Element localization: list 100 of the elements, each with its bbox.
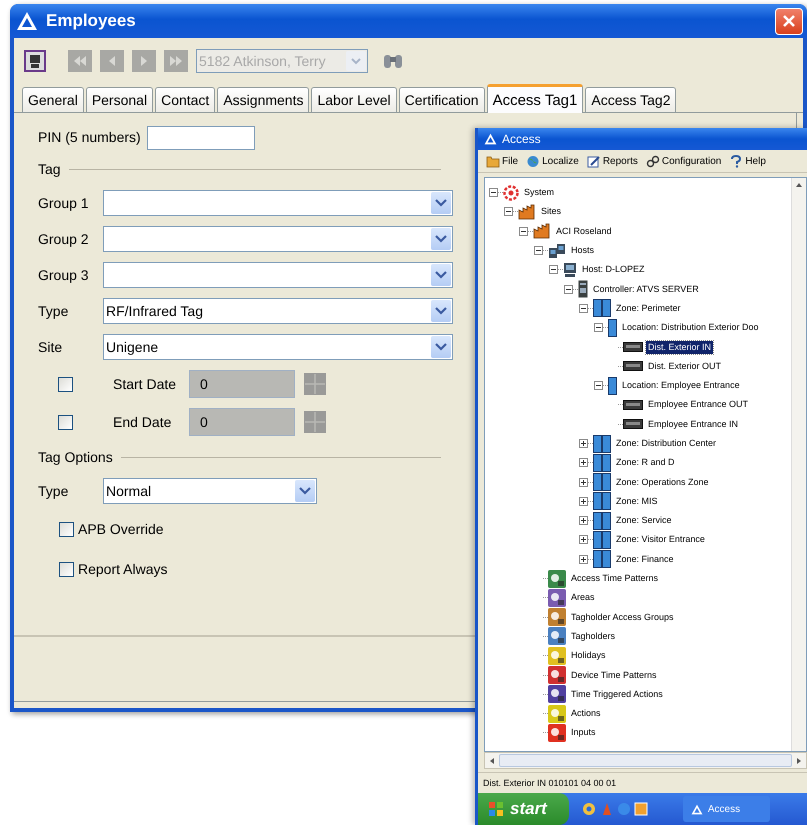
- menu-item[interactable]: Configuration: [646, 154, 722, 168]
- card-reader-icon: [623, 400, 643, 410]
- horizontal-scrollbar[interactable]: [484, 752, 807, 769]
- tree-item[interactable]: Controller: ATVS SERVER: [591, 282, 701, 296]
- collapse-toggle[interactable]: [594, 381, 603, 390]
- dropdown[interactable]: [103, 226, 453, 252]
- triangle-logo-icon: [484, 133, 497, 145]
- caret-icon: [435, 271, 447, 279]
- collapse-toggle[interactable]: [594, 323, 603, 332]
- tree-item[interactable]: Holidays: [569, 649, 608, 662]
- tree-item[interactable]: Device Time Patterns: [569, 668, 659, 682]
- tree-item[interactable]: Location: Employee Entrance: [620, 379, 742, 392]
- tree-item[interactable]: Employee Entrance IN: [646, 418, 740, 431]
- checkbox-label: APB Override: [78, 521, 164, 537]
- links-icon: [646, 154, 660, 168]
- checkbox[interactable]: [59, 562, 74, 576]
- tree-item[interactable]: Tagholders: [569, 630, 618, 643]
- tree-item[interactable]: Zone: Service: [614, 514, 674, 528]
- dropdown[interactable]: [103, 262, 453, 288]
- double-door-icon: [593, 512, 611, 530]
- server-icon: [578, 280, 588, 298]
- menu-item[interactable]: File: [486, 154, 518, 168]
- right-arrow-icon[interactable]: [796, 756, 802, 764]
- date-label: End Date: [113, 414, 172, 430]
- tab[interactable]: Access Tag2: [585, 87, 676, 112]
- tab[interactable]: General: [22, 87, 84, 112]
- collapse-toggle[interactable]: [534, 246, 543, 256]
- tab[interactable]: Labor Level: [311, 87, 397, 112]
- tree-item[interactable]: Sites: [539, 205, 564, 218]
- tree-item[interactable]: Zone: Operations Zone: [614, 476, 711, 489]
- tree-item[interactable]: Access Time Patterns: [569, 572, 660, 586]
- tree-item[interactable]: Dist. Exterior OUT: [646, 360, 724, 373]
- card-reader-icon: [623, 419, 643, 430]
- tree-item[interactable]: Host: D-LOPEZ: [580, 263, 647, 276]
- quick-launch-drawing[interactable]: [580, 801, 649, 817]
- tree-item[interactable]: Zone: Perimeter: [614, 302, 683, 315]
- save-icon[interactable]: [24, 50, 46, 72]
- globe-icon: [526, 154, 540, 168]
- tab[interactable]: Assignments: [217, 87, 310, 112]
- expand-toggle[interactable]: [579, 458, 588, 468]
- taskbar-button[interactable]: Access: [682, 796, 770, 822]
- checkbox-label: Report Always: [78, 561, 168, 577]
- tree-item[interactable]: Inputs: [569, 726, 598, 740]
- tab[interactable]: Personal: [86, 87, 154, 112]
- tree-item[interactable]: Zone: R and D: [614, 456, 677, 470]
- menu-item[interactable]: Help: [729, 154, 766, 168]
- tree-item[interactable]: Zone: Visitor Entrance: [614, 533, 707, 546]
- tab[interactable]: Contact: [155, 87, 216, 112]
- start-button[interactable]: start: [478, 793, 569, 825]
- menu-item[interactable]: Localize: [526, 154, 579, 168]
- tree-item[interactable]: ACI Roseland: [554, 224, 614, 238]
- dropdown[interactable]: Unigene: [103, 334, 453, 360]
- double-door-icon: [593, 550, 611, 568]
- collapse-toggle[interactable]: [519, 226, 528, 236]
- tree-item[interactable]: Zone: Finance: [614, 552, 676, 566]
- tree-item[interactable]: System: [522, 186, 556, 200]
- dropdown[interactable]: RF/Infrared Tag: [103, 298, 453, 324]
- expand-toggle[interactable]: [579, 478, 588, 487]
- field-label: Group 1: [38, 195, 90, 211]
- double-door-icon: [593, 530, 611, 549]
- dropdown[interactable]: Normal: [103, 478, 317, 504]
- tree-item[interactable]: Time Triggered Actions: [569, 688, 665, 701]
- pin-label: PIN (5 numbers): [38, 129, 141, 145]
- double-arrow-icon: [169, 55, 183, 67]
- tab[interactable]: Access Tag1: [486, 84, 584, 113]
- tree-item[interactable]: Zone: MIS: [614, 494, 660, 508]
- double-door-icon: [593, 454, 611, 472]
- tree-item[interactable]: Employee Entrance OUT: [646, 398, 750, 412]
- collapse-toggle[interactable]: [549, 265, 558, 274]
- up-arrow-icon[interactable]: [795, 182, 803, 188]
- tree-item[interactable]: Hosts: [569, 244, 596, 258]
- menu-item[interactable]: Reports: [586, 154, 638, 168]
- factory-icon: [518, 204, 536, 220]
- tree-item[interactable]: Dist. Exterior IN: [646, 340, 714, 354]
- collapse-toggle[interactable]: [504, 207, 513, 216]
- tree-item[interactable]: Zone: Distribution Center: [614, 437, 718, 450]
- close-button[interactable]: [775, 8, 803, 34]
- tree-item[interactable]: Location: Distribution Exterior Doo: [620, 321, 761, 334]
- tree-item[interactable]: Actions: [569, 707, 603, 720]
- left-arrow-icon[interactable]: [489, 756, 495, 764]
- tree-item[interactable]: Areas: [569, 591, 597, 604]
- pin-input[interactable]: [146, 126, 255, 150]
- expand-toggle[interactable]: [579, 516, 588, 526]
- collapse-toggle[interactable]: [564, 284, 573, 294]
- caret-icon: [351, 58, 361, 64]
- checkbox[interactable]: [59, 522, 74, 536]
- expand-toggle[interactable]: [579, 496, 588, 506]
- collapse-toggle[interactable]: [489, 188, 498, 198]
- card-reader-icon: [623, 361, 643, 372]
- expand-toggle[interactable]: [579, 439, 588, 448]
- collapse-toggle[interactable]: [579, 304, 588, 313]
- field-label: Type: [38, 483, 70, 499]
- expand-toggle[interactable]: [579, 554, 588, 564]
- scrollbar[interactable]: [791, 178, 806, 751]
- expand-toggle[interactable]: [579, 535, 588, 544]
- dropdown[interactable]: [103, 190, 453, 216]
- category-icon: [548, 570, 566, 588]
- close-icon: [782, 14, 796, 28]
- tree-item[interactable]: Tagholder Access Groups: [569, 610, 676, 624]
- tab[interactable]: Certification: [398, 87, 485, 112]
